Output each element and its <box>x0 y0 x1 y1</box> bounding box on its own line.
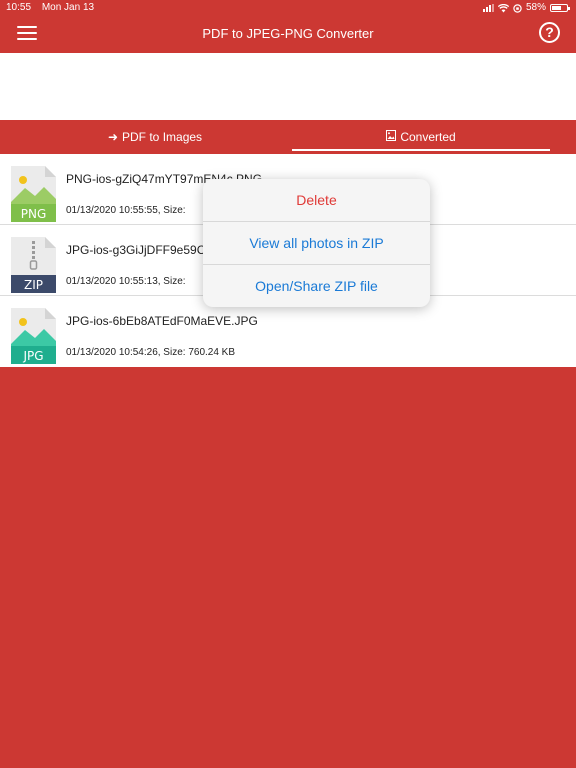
ad-banner <box>0 53 576 120</box>
page-title: PDF to JPEG-PNG Converter <box>202 26 374 41</box>
status-date: Mon Jan 13 <box>41 2 95 13</box>
status-bar: 10:55 Mon Jan 13 58% <box>0 0 576 16</box>
tab-converted[interactable]: Converted <box>292 120 550 154</box>
tab-selected-indicator <box>292 149 550 151</box>
file-info: 01/13/2020 10:55:13, Size: <box>66 276 186 287</box>
file-type-label: PNG <box>21 207 47 221</box>
battery-percent: 58% <box>525 2 546 13</box>
wifi-icon <box>497 3 509 12</box>
open-share-zip-button[interactable]: Open/Share ZIP file <box>203 265 430 307</box>
png-file-icon: PNG <box>11 166 56 222</box>
tab-pdf-to-images[interactable]: ➜ PDF to Images <box>24 120 286 154</box>
file-type-label: ZIP <box>24 278 43 292</box>
file-name: JPG-ios-g3GiJjDFF9e59C <box>66 243 206 257</box>
view-zip-photos-button[interactable]: View all photos in ZIP <box>203 222 430 265</box>
orientation-lock-icon <box>513 3 522 13</box>
help-button[interactable]: ? <box>539 22 560 43</box>
delete-button[interactable]: Delete <box>203 179 430 222</box>
file-info: 01/13/2020 10:54:26, Size: 760.24 KB <box>66 347 236 358</box>
arrow-right-icon: ➜ <box>107 130 119 144</box>
zip-file-icon: ZIP <box>11 237 56 293</box>
file-name: JPG-ios-6bEb8ATEdF0MaEVE.JPG <box>66 314 258 328</box>
image-file-icon <box>386 130 397 141</box>
jpg-file-icon: JPG <box>11 308 56 364</box>
file-info: 01/13/2020 10:55:55, Size: <box>66 205 186 216</box>
file-type-label: JPG <box>22 349 43 363</box>
signal-icon <box>482 4 494 12</box>
battery-icon <box>550 4 570 12</box>
status-time: 10:55 <box>6 2 32 13</box>
tab-bar: ➜ PDF to Images Converted <box>0 120 576 154</box>
navigation-bar: PDF to JPEG-PNG Converter ? <box>0 16 576 53</box>
tab-label: Converted <box>400 130 456 144</box>
tab-label: PDF to Images <box>122 130 203 144</box>
file-action-menu: Delete View all photos in ZIP Open/Share… <box>203 179 430 307</box>
